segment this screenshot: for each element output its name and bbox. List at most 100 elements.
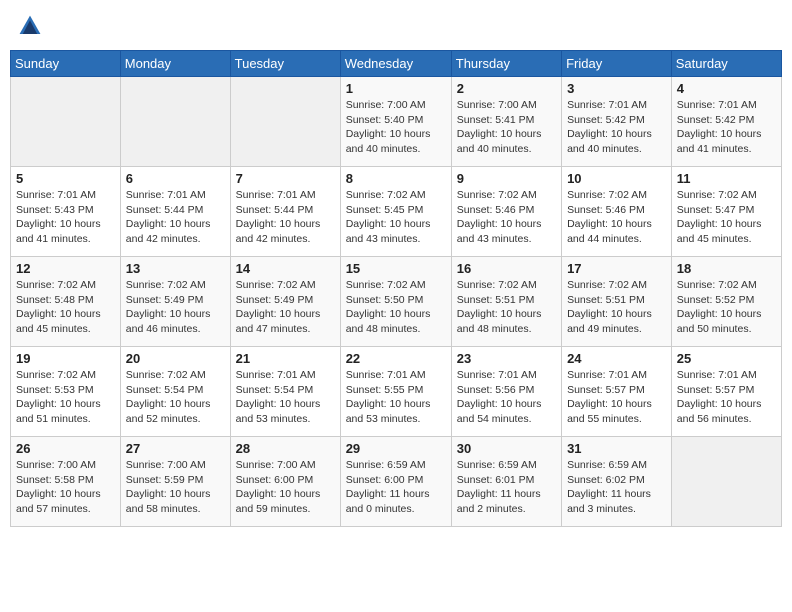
day-info: Sunrise: 7:02 AMSunset: 5:50 PMDaylight:… <box>346 278 446 337</box>
calendar-cell: 13 Sunrise: 7:02 AMSunset: 5:49 PMDayligh… <box>120 257 230 347</box>
day-info: Sunrise: 7:02 AMSunset: 5:52 PMDaylight:… <box>677 278 776 337</box>
calendar-cell: 8 Sunrise: 7:02 AMSunset: 5:45 PMDaylight… <box>340 167 451 257</box>
day-info: Sunrise: 7:00 AMSunset: 5:40 PMDaylight:… <box>346 98 446 157</box>
day-info: Sunrise: 7:02 AMSunset: 5:49 PMDaylight:… <box>126 278 225 337</box>
calendar-cell <box>120 77 230 167</box>
day-info: Sunrise: 7:01 AMSunset: 5:44 PMDaylight:… <box>126 188 225 247</box>
day-info: Sunrise: 7:02 AMSunset: 5:45 PMDaylight:… <box>346 188 446 247</box>
day-info: Sunrise: 7:01 AMSunset: 5:54 PMDaylight:… <box>236 368 335 427</box>
day-header-wednesday: Wednesday <box>340 51 451 77</box>
day-header-saturday: Saturday <box>671 51 781 77</box>
day-number: 21 <box>236 351 335 366</box>
day-info: Sunrise: 6:59 AMSunset: 6:01 PMDaylight:… <box>457 458 556 517</box>
calendar-cell: 18 Sunrise: 7:02 AMSunset: 5:52 PMDayligh… <box>671 257 781 347</box>
logo <box>18 14 46 38</box>
day-info: Sunrise: 7:02 AMSunset: 5:53 PMDaylight:… <box>16 368 115 427</box>
calendar-cell: 31Sunrise: 6:59 AMSunset: 6:02 PMDayligh… <box>562 437 672 527</box>
day-info: Sunrise: 7:01 AMSunset: 5:55 PMDaylight:… <box>346 368 446 427</box>
day-number: 4 <box>677 81 776 96</box>
calendar-week-1: 1 Sunrise: 7:00 AMSunset: 5:40 PMDaylight… <box>11 77 782 167</box>
calendar-cell <box>671 437 781 527</box>
day-number: 20 <box>126 351 225 366</box>
calendar-cell: 2 Sunrise: 7:00 AMSunset: 5:41 PMDaylight… <box>451 77 561 167</box>
day-info: Sunrise: 7:02 AMSunset: 5:48 PMDaylight:… <box>16 278 115 337</box>
calendar-cell: 3 Sunrise: 7:01 AMSunset: 5:42 PMDaylight… <box>562 77 672 167</box>
day-number: 8 <box>346 171 446 186</box>
calendar-cell: 1 Sunrise: 7:00 AMSunset: 5:40 PMDaylight… <box>340 77 451 167</box>
day-number: 11 <box>677 171 776 186</box>
calendar-cell: 24 Sunrise: 7:01 AMSunset: 5:57 PMDayligh… <box>562 347 672 437</box>
day-info: Sunrise: 7:02 AMSunset: 5:51 PMDaylight:… <box>457 278 556 337</box>
day-number: 1 <box>346 81 446 96</box>
day-number: 30 <box>457 441 556 456</box>
day-header-friday: Friday <box>562 51 672 77</box>
day-info: Sunrise: 7:02 AMSunset: 5:54 PMDaylight:… <box>126 368 225 427</box>
calendar-cell: 5Sunrise: 7:01 AMSunset: 5:43 PMDaylight… <box>11 167 121 257</box>
calendar-cell: 10 Sunrise: 7:02 AMSunset: 5:46 PMDayligh… <box>562 167 672 257</box>
calendar-cell: 11 Sunrise: 7:02 AMSunset: 5:47 PMDayligh… <box>671 167 781 257</box>
day-number: 2 <box>457 81 556 96</box>
calendar-cell: 28 Sunrise: 7:00 AMSunset: 6:00 PMDayligh… <box>230 437 340 527</box>
day-number: 25 <box>677 351 776 366</box>
day-info: Sunrise: 7:01 AMSunset: 5:57 PMDaylight:… <box>677 368 776 427</box>
calendar-cell: 26 Sunrise: 7:00 AMSunset: 5:58 PMDayligh… <box>11 437 121 527</box>
calendar-cell: 21 Sunrise: 7:01 AMSunset: 5:54 PMDayligh… <box>230 347 340 437</box>
calendar-cell: 20 Sunrise: 7:02 AMSunset: 5:54 PMDayligh… <box>120 347 230 437</box>
day-number: 13 <box>126 261 225 276</box>
day-number: 23 <box>457 351 556 366</box>
day-number: 26 <box>16 441 115 456</box>
day-number: 16 <box>457 261 556 276</box>
calendar-cell <box>11 77 121 167</box>
day-header-thursday: Thursday <box>451 51 561 77</box>
calendar-week-3: 12 Sunrise: 7:02 AMSunset: 5:48 PMDayligh… <box>11 257 782 347</box>
day-info: Sunrise: 7:00 AMSunset: 5:59 PMDaylight:… <box>126 458 225 517</box>
calendar-cell <box>230 77 340 167</box>
day-number: 10 <box>567 171 666 186</box>
calendar-week-2: 5Sunrise: 7:01 AMSunset: 5:43 PMDaylight… <box>11 167 782 257</box>
day-info: Sunrise: 7:00 AMSunset: 6:00 PMDaylight:… <box>236 458 335 517</box>
day-info: Sunrise: 7:01 AMSunset: 5:44 PMDaylight:… <box>236 188 335 247</box>
day-info: Sunrise: 7:01 AMSunset: 5:42 PMDaylight:… <box>567 98 666 157</box>
calendar-week-5: 26 Sunrise: 7:00 AMSunset: 5:58 PMDayligh… <box>11 437 782 527</box>
calendar-header-row: SundayMondayTuesdayWednesdayThursdayFrid… <box>11 51 782 77</box>
day-number: 12 <box>16 261 115 276</box>
calendar-week-4: 19 Sunrise: 7:02 AMSunset: 5:53 PMDayligh… <box>11 347 782 437</box>
day-number: 15 <box>346 261 446 276</box>
day-number: 3 <box>567 81 666 96</box>
day-info: Sunrise: 7:02 AMSunset: 5:46 PMDaylight:… <box>457 188 556 247</box>
calendar-cell: 27Sunrise: 7:00 AMSunset: 5:59 PMDayligh… <box>120 437 230 527</box>
day-number: 28 <box>236 441 335 456</box>
calendar-cell: 23 Sunrise: 7:01 AMSunset: 5:56 PMDayligh… <box>451 347 561 437</box>
calendar-cell: 16 Sunrise: 7:02 AMSunset: 5:51 PMDayligh… <box>451 257 561 347</box>
day-info: Sunrise: 7:00 AMSunset: 5:41 PMDaylight:… <box>457 98 556 157</box>
day-header-tuesday: Tuesday <box>230 51 340 77</box>
logo-icon <box>18 14 42 38</box>
calendar-cell: 22 Sunrise: 7:01 AMSunset: 5:55 PMDayligh… <box>340 347 451 437</box>
day-info: Sunrise: 7:02 AMSunset: 5:47 PMDaylight:… <box>677 188 776 247</box>
day-info: Sunrise: 7:02 AMSunset: 5:51 PMDaylight:… <box>567 278 666 337</box>
day-info: Sunrise: 7:01 AMSunset: 5:57 PMDaylight:… <box>567 368 666 427</box>
day-header-sunday: Sunday <box>11 51 121 77</box>
day-number: 19 <box>16 351 115 366</box>
day-info: Sunrise: 7:01 AMSunset: 5:42 PMDaylight:… <box>677 98 776 157</box>
calendar-cell: 25 Sunrise: 7:01 AMSunset: 5:57 PMDayligh… <box>671 347 781 437</box>
day-number: 24 <box>567 351 666 366</box>
day-number: 7 <box>236 171 335 186</box>
day-info: Sunrise: 7:02 AMSunset: 5:46 PMDaylight:… <box>567 188 666 247</box>
day-info: Sunrise: 7:01 AMSunset: 5:56 PMDaylight:… <box>457 368 556 427</box>
calendar-cell: 4 Sunrise: 7:01 AMSunset: 5:42 PMDaylight… <box>671 77 781 167</box>
day-number: 31 <box>567 441 666 456</box>
day-header-monday: Monday <box>120 51 230 77</box>
day-info: Sunrise: 7:01 AMSunset: 5:43 PMDaylight:… <box>16 188 115 247</box>
day-info: Sunrise: 7:00 AMSunset: 5:58 PMDaylight:… <box>16 458 115 517</box>
day-info: Sunrise: 6:59 AMSunset: 6:00 PMDaylight:… <box>346 458 446 517</box>
calendar-cell: 14Sunrise: 7:02 AMSunset: 5:49 PMDayligh… <box>230 257 340 347</box>
calendar-cell: 6Sunrise: 7:01 AMSunset: 5:44 PMDaylight… <box>120 167 230 257</box>
calendar-cell: 30 Sunrise: 6:59 AMSunset: 6:01 PMDayligh… <box>451 437 561 527</box>
calendar-cell: 7 Sunrise: 7:01 AMSunset: 5:44 PMDaylight… <box>230 167 340 257</box>
calendar-cell: 12 Sunrise: 7:02 AMSunset: 5:48 PMDayligh… <box>11 257 121 347</box>
page-header <box>10 10 782 42</box>
day-number: 18 <box>677 261 776 276</box>
day-number: 29 <box>346 441 446 456</box>
day-number: 22 <box>346 351 446 366</box>
